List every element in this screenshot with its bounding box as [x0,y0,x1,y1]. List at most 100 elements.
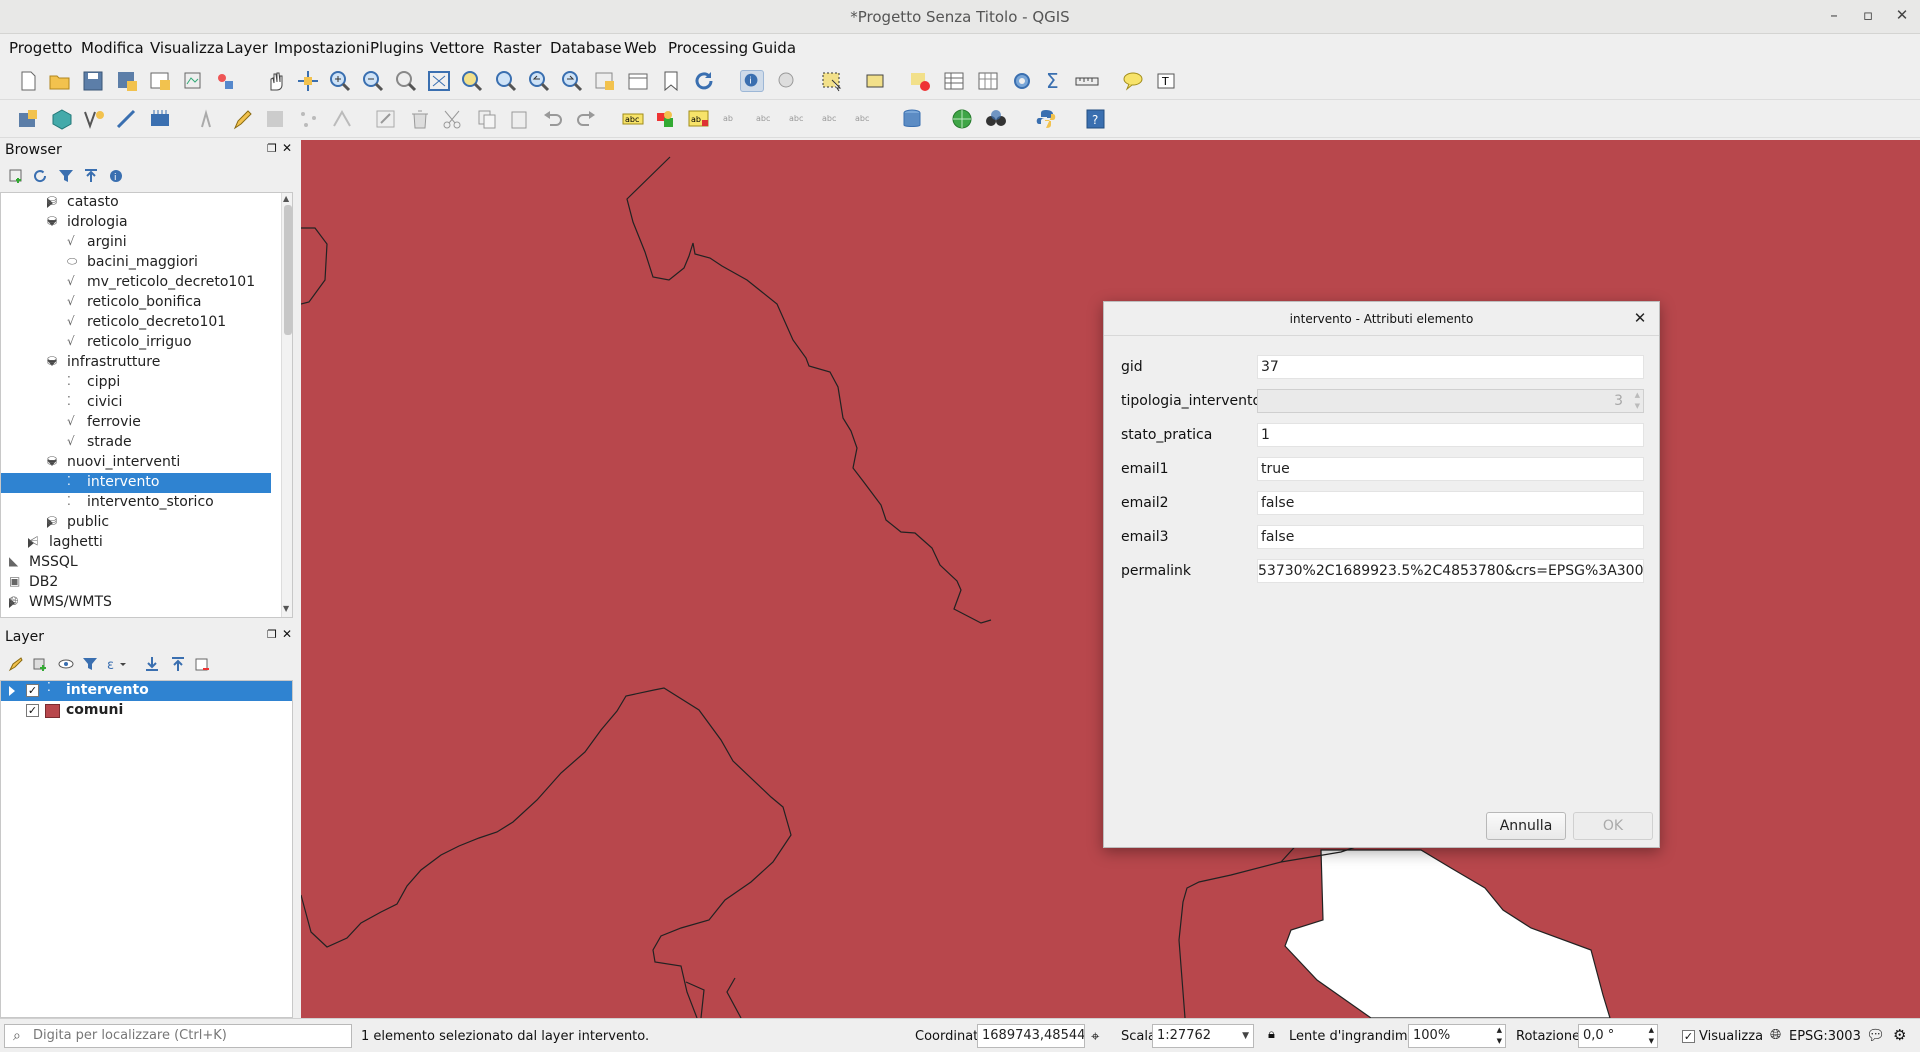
locator-search-input[interactable]: ⌕ Digita per localizzare (Ctrl+K) [4,1024,352,1048]
field-input-gid[interactable]: 37 [1257,355,1644,379]
menu-progetto[interactable]: Progetto [9,39,73,57]
properties-info-icon[interactable]: i [108,168,124,184]
zoom-out-icon[interactable] [361,70,385,92]
close-dialog-icon[interactable]: ✕ [1631,309,1649,327]
refresh-icon[interactable] [692,70,716,92]
scale-combobox[interactable]: 1:27762 ▼ [1152,1024,1254,1048]
crs-label[interactable]: EPSG:3003 [1789,1029,1861,1044]
browser-item-strade[interactable]: √ strade [1,433,271,453]
data-source-manager-icon[interactable] [16,108,40,130]
filter-browser-icon[interactable] [58,168,74,184]
collapse-all-icon[interactable] [83,168,99,184]
cancel-button[interactable]: Annulla [1486,812,1566,840]
layer-row-comuni[interactable]: ✓ comuni [1,701,292,721]
run-feature-action-icon[interactable] [776,70,800,92]
help-icon[interactable]: ? [1084,108,1108,130]
new-map-view-icon[interactable] [593,70,617,92]
qms-plugin-globe-icon[interactable] [950,108,974,130]
field-input-permalink[interactable]: 53730%2C1689923.5%2C4853780&crs=EPSG%3A3… [1257,559,1644,583]
zoom-in-icon[interactable] [328,70,352,92]
open-project-icon[interactable] [48,70,72,92]
browser-item-ferrovie[interactable]: √ ferrovie [1,413,271,433]
refresh-browser-icon[interactable] [32,168,48,184]
metasearch-binoculars-icon[interactable] [984,108,1008,130]
menu-database[interactable]: Database [550,39,622,57]
layer-visibility-checkbox[interactable]: ✓ [26,704,39,717]
temporal-controller-icon[interactable] [626,70,650,92]
field-input-email3[interactable]: false [1257,525,1644,549]
db-manager-icon[interactable] [900,108,924,130]
browser-item-argini[interactable]: √ argini [1,233,271,253]
browser-item-intervento-storico[interactable]: ⁚ intervento_storico [1,493,271,513]
menu-visualizza[interactable]: Visualizza [150,39,224,57]
attribute-table-icon[interactable] [942,70,966,92]
toggle-editing-pencil-icon[interactable] [231,108,255,130]
pin-labels-icon[interactable]: ab [720,108,744,130]
notifications-icon[interactable]: ⚙︎ [1893,1026,1906,1044]
identify-features-icon[interactable]: i [740,70,764,92]
browser-item-idrologia[interactable]: ⛁ idrologia [1,213,271,233]
delete-selected-trash-icon[interactable] [408,108,432,130]
add-group-icon[interactable] [32,656,48,672]
new-shapefile-icon[interactable] [82,108,106,130]
maximize-button[interactable]: ▫ [1856,6,1880,28]
close-window-button[interactable]: ✕ [1890,6,1914,28]
remove-layer-icon[interactable] [194,656,210,672]
undo-icon[interactable] [541,108,565,130]
menu-web[interactable]: Web [624,39,657,57]
menu-processing[interactable]: Processing [668,39,748,57]
toolbox-gear-icon[interactable] [1010,70,1034,92]
add-point-feature-icon[interactable] [297,108,321,130]
browser-item-bacini-maggiori[interactable]: ⬭ bacini_maggiori [1,253,271,273]
field-input-email1[interactable]: true [1257,457,1644,481]
float-layer-panel-icon[interactable]: ❐ [267,628,277,641]
open-styling-panel-icon[interactable] [8,656,24,672]
browser-scrollbar[interactable]: ▲ ▼ [281,193,292,617]
new-project-icon[interactable] [16,70,40,92]
browser-item-catasto[interactable]: ⛁ catasto [1,193,271,213]
menu-vettore[interactable]: Vettore [430,39,484,57]
browser-item-nuovi-interventi[interactable]: ⛁ nuovi_interventi [1,453,271,473]
close-layer-panel-icon[interactable]: ✕ [282,627,292,641]
browser-item-wms-wmts[interactable]: 🌐︎ WMS/WMTS [1,593,271,613]
menu-modifica[interactable]: Modifica [81,39,144,57]
float-panel-icon[interactable]: ❐ [267,142,277,155]
browser-item-intervento[interactable]: ⁚ intervento [1,473,271,493]
messages-icon[interactable]: 💬︎ [1866,1026,1885,1044]
lock-scale-icon[interactable]: 🔒︎ [1268,1027,1275,1042]
minimize-button[interactable]: – [1822,6,1846,28]
coordinate-field[interactable]: 1689743,4854438 [977,1024,1085,1048]
filter-legend-icon[interactable] [82,656,98,672]
highlight-pinned-labels-icon[interactable]: ab [687,108,711,130]
show-hide-labels-icon[interactable]: abc [753,108,777,130]
rotation-spinbox[interactable]: 0,0 ° ▲ ▼ [1578,1024,1658,1048]
copy-features-icon[interactable] [475,108,499,130]
render-checkbox[interactable]: ✓ [1682,1030,1695,1043]
browser-item-infrastrutture[interactable]: ⛁ infrastrutture [1,353,271,373]
expand-all-icon[interactable] [144,656,160,672]
virtual-layer-icon[interactable] [148,108,172,130]
redo-icon[interactable] [574,108,598,130]
ok-button[interactable]: OK [1573,812,1653,840]
zoom-native-icon[interactable] [394,70,418,92]
browser-item-reticolo-decreto101[interactable]: √ reticolo_decreto101 [1,313,271,333]
measure-ruler-icon[interactable] [1075,70,1099,92]
new-print-layout-icon[interactable] [148,70,172,92]
change-label-icon[interactable]: abc [852,108,876,130]
layout-manager-icon[interactable] [181,70,205,92]
close-panel-icon[interactable]: ✕ [282,141,292,155]
scroll-down-arrow-icon[interactable]: ▼ [283,604,289,613]
menu-impostazioni[interactable]: Impostazioni [274,39,370,57]
zoom-last-icon[interactable] [527,70,551,92]
new-geopackage-icon[interactable] [50,108,74,130]
menu-raster[interactable]: Raster [493,39,541,57]
filter-by-expression-icon[interactable]: ε [106,656,128,672]
rotate-label-icon[interactable]: abc [819,108,843,130]
style-manager-icon[interactable] [214,70,238,92]
browser-item-reticolo-irriguo[interactable]: √ reticolo_irriguo [1,333,271,353]
statistics-icon[interactable] [976,70,1000,92]
vertex-tool-icon[interactable] [330,108,354,130]
browser-item-reticolo-bonifica[interactable]: √ reticolo_bonifica [1,293,271,313]
browser-item-laghetti[interactable]: ⩤ laghetti [1,533,271,553]
paste-features-icon[interactable] [508,108,532,130]
